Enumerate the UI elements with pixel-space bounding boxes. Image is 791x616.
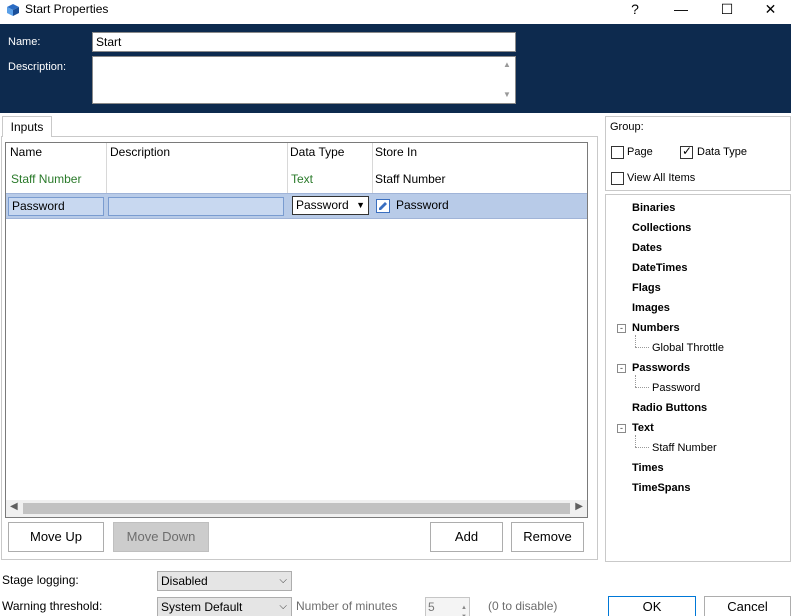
description-label: Description:	[8, 61, 67, 73]
tree-item-times[interactable]: Times	[632, 461, 664, 475]
data-type-select-value: Password	[296, 198, 349, 212]
password-description-cell[interactable]	[108, 197, 284, 216]
remove-button[interactable]: Remove	[511, 522, 584, 552]
column-header-store-in[interactable]: Store In	[375, 145, 417, 159]
view-all-items-label[interactable]: View All Items	[627, 172, 695, 184]
move-up-button[interactable]: Move Up	[8, 522, 104, 552]
column-separator	[106, 143, 107, 193]
stage-logging-value: Disabled	[161, 574, 208, 588]
tree-connector	[635, 335, 636, 347]
password-store-in-cell[interactable]: Password	[396, 197, 449, 214]
spin-down-icon[interactable]: ▼	[461, 608, 467, 616]
tab-inputs[interactable]: Inputs	[2, 116, 52, 137]
collapse-icon[interactable]: -	[617, 424, 626, 433]
scrollbar-thumb[interactable]	[23, 503, 570, 514]
tree-item-passwords[interactable]: Passwords	[632, 361, 690, 375]
title-bar: Start Properties ? — ☐ ✕	[0, 0, 791, 24]
help-button[interactable]: ?	[612, 0, 658, 20]
warning-threshold-select[interactable]: System Default ⌵	[157, 597, 292, 616]
minutes-value: 5	[428, 600, 435, 614]
row-data-type-cell[interactable]: Text	[291, 172, 313, 186]
view-all-items-checkbox[interactable]	[611, 172, 624, 185]
tree-item-dates[interactable]: Dates	[632, 241, 662, 255]
cancel-button[interactable]: Cancel	[704, 596, 791, 616]
tree-item-binaries[interactable]: Binaries	[632, 201, 675, 215]
group-panel: Group: Page Data Type View All Items	[605, 116, 791, 191]
window-title: Start Properties	[25, 2, 109, 16]
tree-connector	[635, 347, 649, 348]
column-header-description[interactable]: Description	[110, 145, 170, 159]
data-type-checkbox[interactable]	[680, 144, 693, 159]
collapse-icon[interactable]: -	[617, 364, 626, 373]
add-button[interactable]: Add	[430, 522, 503, 552]
name-field[interactable]: Start	[92, 32, 516, 52]
tree-item-flags[interactable]: Flags	[632, 281, 661, 295]
maximize-button[interactable]: ☐	[704, 0, 750, 20]
close-button[interactable]: ✕	[750, 0, 791, 20]
tree-connector	[635, 435, 636, 447]
tree-child-global-throttle[interactable]: Global Throttle	[652, 341, 724, 355]
tree-child-staff-number[interactable]: Staff Number	[652, 441, 717, 455]
description-value	[93, 57, 515, 61]
column-separator	[287, 143, 288, 193]
horizontal-scrollbar[interactable]: ◀ ▶	[6, 500, 587, 517]
collapse-icon[interactable]: -	[617, 324, 626, 333]
password-name-cell[interactable]: Password	[8, 197, 104, 216]
scroll-left-icon[interactable]: ◀	[10, 501, 18, 512]
column-separator	[372, 143, 373, 193]
data-item-tree: Binaries Collections Dates DateTimes Fla…	[605, 194, 791, 562]
group-label: Group:	[610, 121, 644, 133]
stage-logging-label: Stage logging:	[2, 573, 79, 587]
number-of-minutes-label: Number of minutes	[296, 599, 398, 613]
data-type-select[interactable]: Password ▼	[292, 196, 369, 215]
tree-item-images[interactable]: Images	[632, 301, 670, 315]
properties-header: Name: Start Description: ▲ ▼	[0, 24, 791, 113]
tree-child-password[interactable]: Password	[652, 381, 700, 395]
tree-item-text[interactable]: Text	[632, 421, 654, 435]
minimize-button[interactable]: —	[658, 0, 704, 20]
tree-item-numbers[interactable]: Numbers	[632, 321, 680, 335]
tree-item-datetimes[interactable]: DateTimes	[632, 261, 687, 275]
stage-logging-select[interactable]: Disabled ⌵	[157, 571, 292, 591]
column-header-name[interactable]: Name	[10, 145, 42, 159]
column-header-data-type[interactable]: Data Type	[290, 145, 344, 159]
tree-item-timespans[interactable]: TimeSpans	[632, 481, 691, 495]
name-label: Name:	[8, 36, 41, 48]
zero-to-disable-hint: (0 to disable)	[488, 599, 558, 613]
scroll-up-icon[interactable]: ▲	[503, 60, 511, 69]
page-checkbox-label[interactable]: Page	[627, 146, 653, 158]
ok-button[interactable]: OK	[608, 596, 696, 616]
description-field[interactable]: ▲ ▼	[92, 56, 516, 104]
description-scrollbar[interactable]: ▲ ▼	[499, 57, 515, 103]
tree-item-radio-buttons[interactable]: Radio Buttons	[632, 401, 707, 415]
chevron-down-icon: ⌵	[279, 601, 287, 612]
minutes-stepper[interactable]: 5 ▲ ▼	[425, 597, 470, 616]
page-checkbox[interactable]	[611, 146, 624, 159]
data-type-checkbox-label[interactable]: Data Type	[697, 146, 747, 158]
scroll-right-icon[interactable]: ▶	[575, 501, 583, 512]
row-name-cell[interactable]: Staff Number	[11, 172, 81, 186]
dropdown-arrow-icon: ▼	[356, 200, 365, 210]
app-icon	[7, 4, 19, 16]
warning-threshold-value: System Default	[161, 600, 243, 614]
tree-item-collections[interactable]: Collections	[632, 221, 691, 235]
data-item-icon	[376, 199, 390, 213]
scroll-down-icon[interactable]: ▼	[503, 90, 511, 99]
chevron-down-icon: ⌵	[279, 575, 287, 586]
inputs-grid: Name Description Data Type Store In Staf…	[5, 142, 588, 518]
table-row-selected[interactable]: Password Password ▼ Password	[6, 193, 587, 219]
warning-threshold-label: Warning threshold:	[2, 599, 103, 613]
tree-connector	[635, 447, 649, 448]
tree-connector	[635, 375, 636, 387]
tree-connector	[635, 387, 649, 388]
row-store-in-cell[interactable]: Staff Number	[375, 172, 445, 186]
move-down-button[interactable]: Move Down	[113, 522, 209, 552]
